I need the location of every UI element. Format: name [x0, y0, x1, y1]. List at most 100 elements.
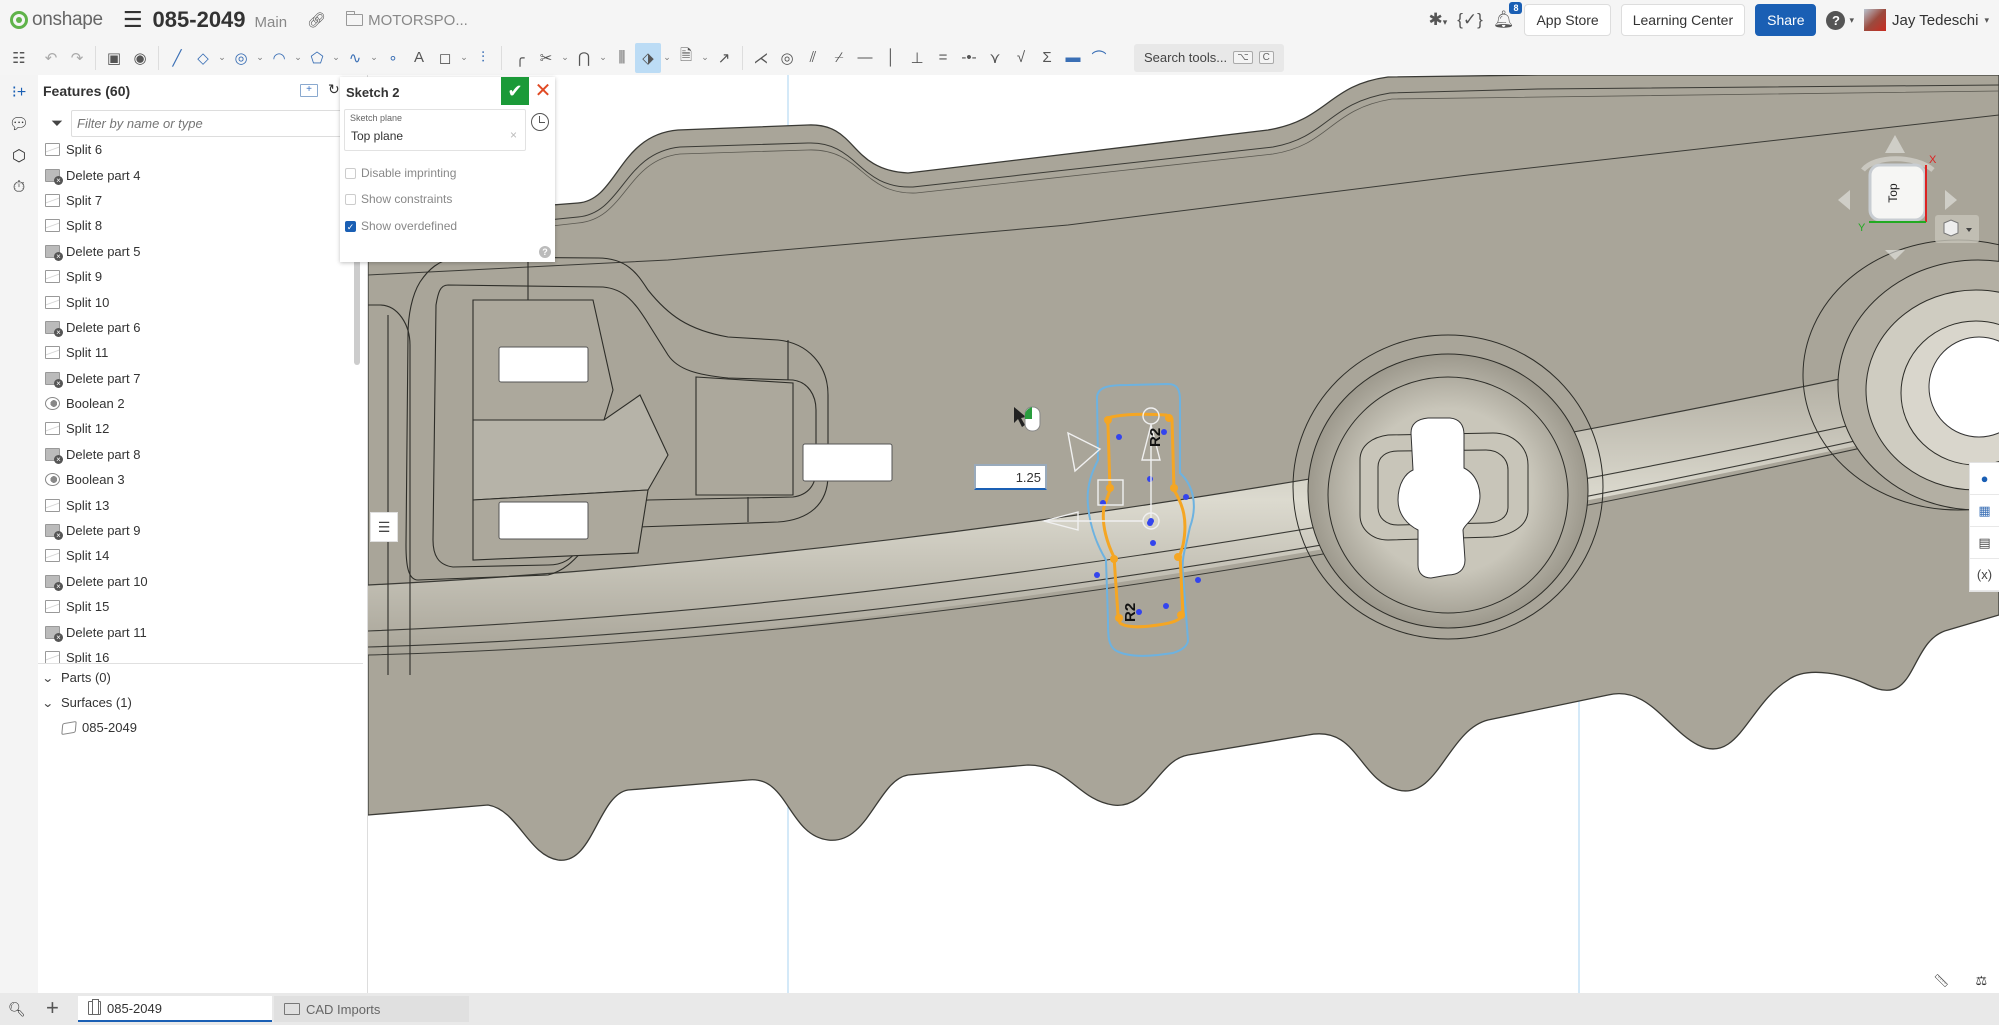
- feature-item[interactable]: Delete part 7: [38, 366, 353, 391]
- parts-group[interactable]: ⌄ Parts (0): [38, 665, 111, 690]
- feature-item[interactable]: Delete part 6: [38, 315, 353, 340]
- tab-cad-imports[interactable]: CAD Imports: [274, 996, 469, 1022]
- chevron-down-icon[interactable]: ⌄: [458, 52, 470, 63]
- normal-constraint-icon[interactable]: ⋎: [982, 43, 1008, 73]
- chevron-down-icon[interactable]: ⌄: [292, 52, 304, 63]
- folder-breadcrumb[interactable]: MOTORSPO...: [346, 11, 468, 29]
- performance-icon[interactable]: ⏱︎: [0, 173, 38, 203]
- chevron-down-icon[interactable]: ⌄: [699, 52, 711, 63]
- tab-part-studio[interactable]: 085-2049: [78, 996, 272, 1022]
- circle-tool-icon[interactable]: ◎: [228, 43, 254, 73]
- feature-item[interactable]: Split 6: [38, 137, 353, 162]
- search-tools-input[interactable]: Search tools... ⌥ C: [1134, 43, 1284, 72]
- dxf-import-icon[interactable]: 🗎︎: [673, 43, 699, 73]
- mass-properties-icon[interactable]: ⚖︎: [1976, 973, 1988, 989]
- feature-filter-input[interactable]: [71, 109, 358, 137]
- measure-tape-icon[interactable]: 📏︎: [1933, 973, 1950, 989]
- feature-item[interactable]: Split 16: [38, 645, 353, 663]
- fix-constraint-icon[interactable]: ▬: [1060, 43, 1086, 73]
- line-tool-icon[interactable]: ╱: [164, 43, 190, 73]
- feature-list-toggle-icon[interactable]: ☷: [0, 43, 38, 73]
- document-title[interactable]: 085-2049: [153, 7, 246, 33]
- history-icon[interactable]: [531, 113, 549, 131]
- equal-constraint-icon[interactable]: =: [930, 43, 956, 73]
- clear-icon[interactable]: ×: [510, 128, 517, 142]
- feature-item[interactable]: Boolean 3: [38, 467, 353, 492]
- feature-item[interactable]: Split 11: [38, 340, 353, 365]
- feature-list-button[interactable]: ☰: [370, 512, 398, 542]
- spline-tool-icon[interactable]: ∿: [342, 43, 368, 73]
- symmetric-constraint-icon[interactable]: Σ: [1034, 43, 1060, 73]
- feature-item[interactable]: Split 9: [38, 264, 353, 289]
- model-canvas[interactable]: R2 R2 X Y Top: [368, 75, 1999, 993]
- dimension-input[interactable]: [974, 464, 1047, 490]
- feature-item[interactable]: Split 10: [38, 289, 353, 314]
- construction-tool-icon[interactable]: ◻: [432, 43, 458, 73]
- checkbox-checked[interactable]: ✓: [345, 220, 356, 232]
- show-constraints-checkbox[interactable]: Show constraints: [345, 189, 452, 209]
- fillet-tool-icon[interactable]: ╭: [507, 43, 533, 73]
- help-menu[interactable]: ? ▾: [1826, 10, 1854, 30]
- feature-item[interactable]: Delete part 11: [38, 619, 353, 644]
- help-icon[interactable]: ?: [539, 246, 551, 258]
- feature-item[interactable]: Delete part 5: [38, 239, 353, 264]
- feature-item[interactable]: Delete part 4: [38, 162, 353, 187]
- hamburger-menu-icon[interactable]: ☰: [123, 7, 143, 33]
- concentric-constraint-icon[interactable]: ◎: [774, 43, 800, 73]
- use-project-icon[interactable]: ◉: [127, 43, 153, 73]
- show-overdefined-checkbox[interactable]: ✓ Show overdefined: [345, 216, 457, 236]
- midpoint-line-icon[interactable]: ⫶: [470, 43, 496, 73]
- configurations-icon[interactable]: ⬡: [0, 141, 38, 171]
- onshape-logo[interactable]: onshape: [10, 9, 103, 31]
- feature-item[interactable]: Boolean 2: [38, 391, 353, 416]
- chevron-down-icon[interactable]: ⌄: [559, 52, 571, 63]
- use-edges-icon[interactable]: ↗: [711, 43, 737, 73]
- tangent-constraint-icon[interactable]: ⌿: [826, 43, 852, 73]
- mirror-tool-icon[interactable]: ⫼: [609, 43, 635, 73]
- arc-tool-icon[interactable]: ◠: [266, 43, 292, 73]
- add-tab-button[interactable]: +: [46, 995, 59, 1021]
- horizontal-constraint-icon[interactable]: —: [852, 43, 878, 73]
- feature-item[interactable]: Split 14: [38, 543, 353, 568]
- app-store-button[interactable]: App Store: [1524, 4, 1611, 36]
- vertical-constraint-icon[interactable]: │: [878, 43, 904, 73]
- filter-icon[interactable]: ⏷: [43, 115, 71, 132]
- feature-item[interactable]: Delete part 8: [38, 442, 353, 467]
- branch-name[interactable]: Main: [255, 14, 288, 31]
- insert-image-icon[interactable]: ▣: [101, 43, 127, 73]
- user-menu[interactable]: Jay Tedeschi ▾: [1864, 9, 1989, 31]
- point-tool-icon[interactable]: ∘: [380, 43, 406, 73]
- text-tool-icon[interactable]: A: [406, 43, 432, 73]
- variable-table-icon[interactable]: (x): [1970, 559, 1999, 591]
- bom-icon[interactable]: ▦: [1970, 495, 1999, 527]
- transform-tool-icon[interactable]: ⬗: [635, 42, 661, 73]
- coincident-constraint-icon[interactable]: ⋌: [748, 43, 774, 73]
- feature-item[interactable]: Delete part 9: [38, 518, 353, 543]
- feature-item[interactable]: Split 7: [38, 188, 353, 213]
- feature-item[interactable]: Split 12: [38, 416, 353, 441]
- cancel-button[interactable]: ✕: [533, 77, 553, 105]
- rectangle-tool-icon[interactable]: ◇: [190, 43, 216, 73]
- checkbox[interactable]: [345, 193, 356, 205]
- share-button[interactable]: Share: [1755, 4, 1817, 36]
- perpendicular-constraint-icon[interactable]: ⊥: [904, 43, 930, 73]
- chevron-down-icon[interactable]: ⌄: [661, 52, 673, 63]
- midpoint-constraint-icon[interactable]: -•-: [956, 43, 982, 73]
- notification-bell-icon[interactable]: 🔔︎ 8: [1493, 2, 1523, 30]
- feature-item[interactable]: Split 8: [38, 213, 353, 238]
- configuration-table-icon[interactable]: ▤: [1970, 527, 1999, 559]
- surfaces-group[interactable]: ⌄ Surfaces (1): [38, 690, 132, 715]
- feature-item[interactable]: Split 15: [38, 594, 353, 619]
- surface-item[interactable]: 085-2049: [61, 715, 137, 740]
- trim-tool-icon[interactable]: ✂: [533, 43, 559, 73]
- undo-icon[interactable]: ↶: [38, 43, 64, 73]
- polygon-tool-icon[interactable]: ⬠: [304, 43, 330, 73]
- graphics-viewport[interactable]: R2 R2 X Y Top: [368, 75, 1999, 993]
- chevron-down-icon[interactable]: ⌄: [597, 52, 609, 63]
- bug-icon[interactable]: ✱▾: [1428, 10, 1447, 30]
- disable-imprinting-checkbox[interactable]: Disable imprinting: [345, 163, 456, 183]
- comments-icon[interactable]: 💬︎: [0, 109, 38, 139]
- curvature-constraint-icon[interactable]: ⌒: [1086, 43, 1112, 73]
- checkbox[interactable]: [345, 167, 356, 179]
- sketch-plane-field[interactable]: Sketch plane Top plane ×: [344, 109, 526, 151]
